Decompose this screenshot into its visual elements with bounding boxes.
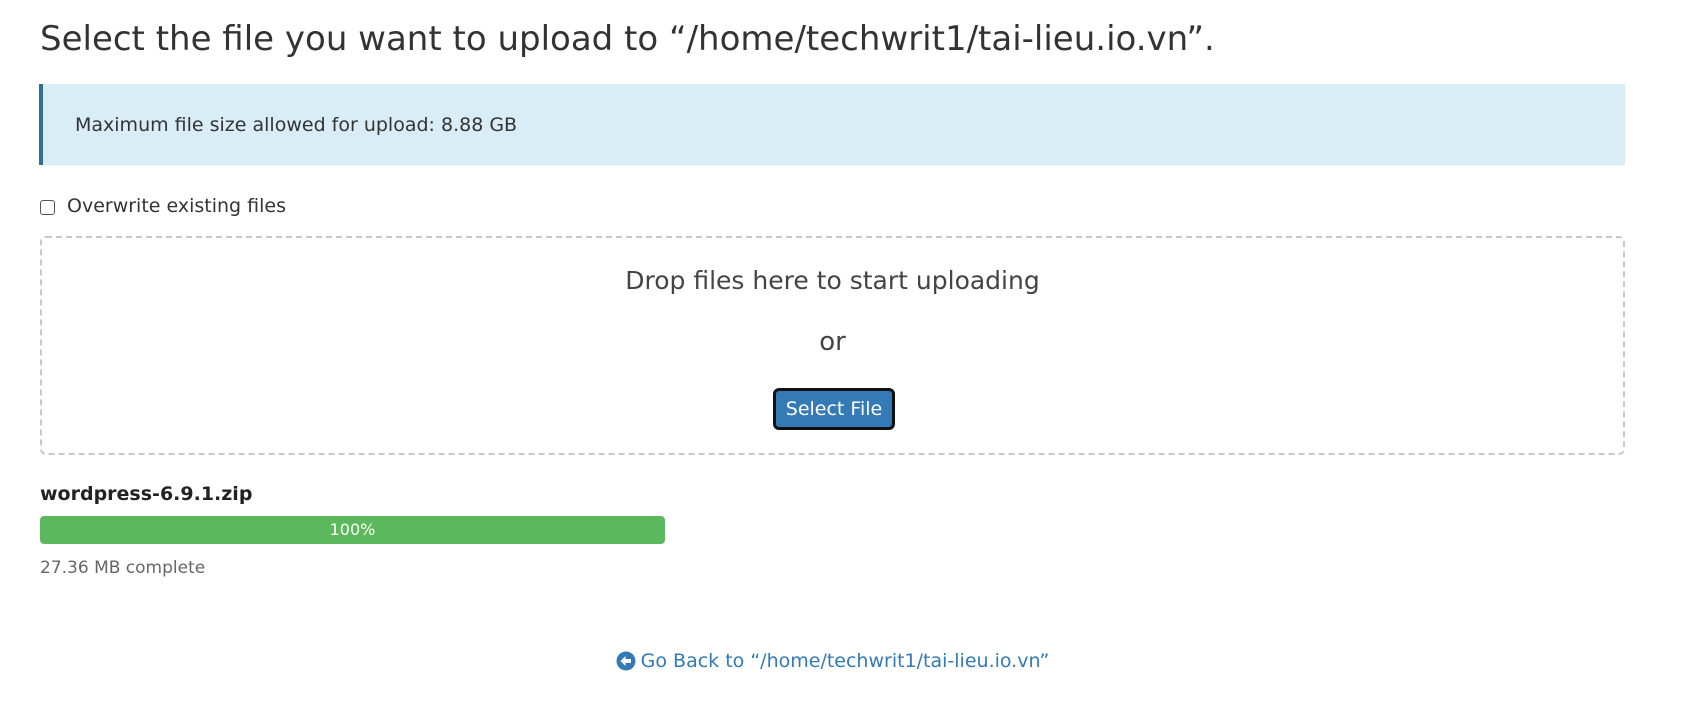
upload-file-name: wordpress-6.9.1.zip [40, 483, 253, 505]
drop-files-text: Drop files here to start uploading [625, 266, 1040, 295]
upload-status-text: 27.36 MB complete [40, 558, 206, 578]
max-size-alert: Maximum file size allowed for upload: 8.… [39, 84, 1625, 165]
upload-progress: 100% [40, 516, 665, 544]
upload-page: Select the file you want to upload to “/… [0, 0, 1706, 722]
max-size-text: Maximum file size allowed for upload: 8.… [75, 113, 518, 136]
overwrite-checkbox[interactable] [40, 199, 55, 215]
upload-progress-bar: 100% [40, 516, 665, 544]
file-dropzone[interactable]: Drop files here to start uploading or Se… [40, 236, 1625, 455]
go-back-label: Go Back to “/home/techwrit1/tai-lieu.io.… [640, 650, 1050, 672]
or-text: or [819, 327, 846, 357]
arrow-circle-left-icon [616, 651, 636, 671]
go-back-link[interactable]: Go Back to “/home/techwrit1/tai-lieu.io.… [0, 650, 1665, 676]
select-file-button[interactable]: Select File [773, 388, 895, 430]
page-title: Select the file you want to upload to “/… [40, 19, 1215, 59]
overwrite-option[interactable]: Overwrite existing files [40, 193, 286, 219]
overwrite-label: Overwrite existing files [67, 195, 286, 217]
